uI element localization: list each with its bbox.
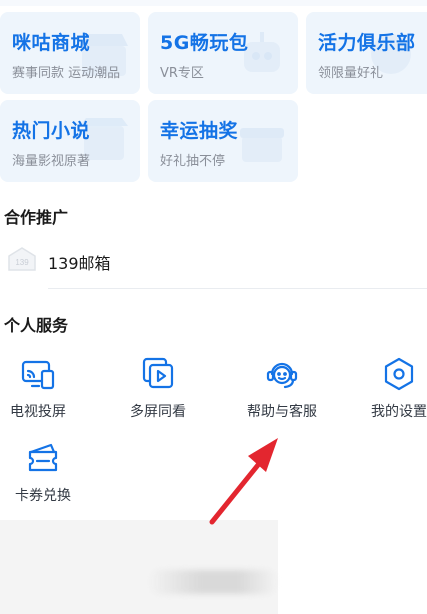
promo-card-title: 咪咕商城: [12, 32, 91, 54]
top-cutoff-row: [0, 0, 427, 6]
service-multi-screen[interactable]: 多屏同看: [113, 356, 203, 430]
customer-service-icon: [266, 362, 298, 389]
partner-section-title: 合作推广: [4, 208, 69, 227]
promo-card-hot-novels[interactable]: 热门小说 海量影视原著: [0, 100, 140, 182]
promo-card-migu-mall[interactable]: 咪咕商城 赛事同款 运动潮品: [0, 12, 140, 94]
service-label: 卡券兑换: [15, 488, 71, 504]
services-section-title: 个人服务: [4, 316, 69, 335]
service-label: 帮助与客服: [247, 404, 317, 420]
promo-card-subtitle: 海量影视原著: [12, 154, 91, 169]
promo-card-title: 幸运抽奖: [160, 120, 239, 142]
blurred-content: [148, 570, 278, 594]
svg-text:139: 139: [15, 258, 29, 267]
promo-card-vitality-club[interactable]: 活力俱乐部 领限量好礼: [306, 12, 427, 94]
tv-cast-icon: [21, 360, 55, 390]
service-settings[interactable]: 我的设置: [354, 356, 427, 430]
promo-card-subtitle: 赛事同款 运动潮品: [12, 66, 121, 81]
mail-139-icon: 139: [8, 247, 36, 271]
bottom-faded-panel: [0, 520, 278, 614]
service-label: 电视投屏: [10, 404, 66, 420]
divider: [48, 288, 427, 289]
gift-deco-icon: [240, 128, 284, 162]
service-label: 我的设置: [371, 404, 427, 420]
service-help-support[interactable]: 帮助与客服: [237, 356, 327, 430]
multi-screen-icon: [142, 357, 174, 389]
promo-card-5g-package[interactable]: 5G畅玩包 VR专区: [148, 12, 298, 94]
partner-item-label: 139邮箱: [48, 254, 111, 273]
settings-icon: [384, 357, 414, 391]
promo-card-title: 5G畅玩包: [160, 32, 249, 54]
promo-card-subtitle: 领限量好礼: [318, 66, 384, 81]
promo-card-subtitle: VR专区: [160, 66, 204, 81]
promo-card-subtitle: 好礼抽不停: [160, 154, 226, 169]
promo-card-title: 活力俱乐部: [318, 32, 416, 54]
coupon-icon: [28, 443, 58, 472]
promo-card-lucky-draw[interactable]: 幸运抽奖 好礼抽不停: [148, 100, 298, 182]
service-coupon-redeem[interactable]: 卡券兑换: [0, 440, 88, 514]
partner-item-139-mail[interactable]: 139 139邮箱: [0, 236, 427, 288]
promo-card-title: 热门小说: [12, 120, 91, 142]
service-tv-cast[interactable]: 电视投屏: [0, 356, 83, 430]
service-label: 多屏同看: [130, 404, 186, 420]
